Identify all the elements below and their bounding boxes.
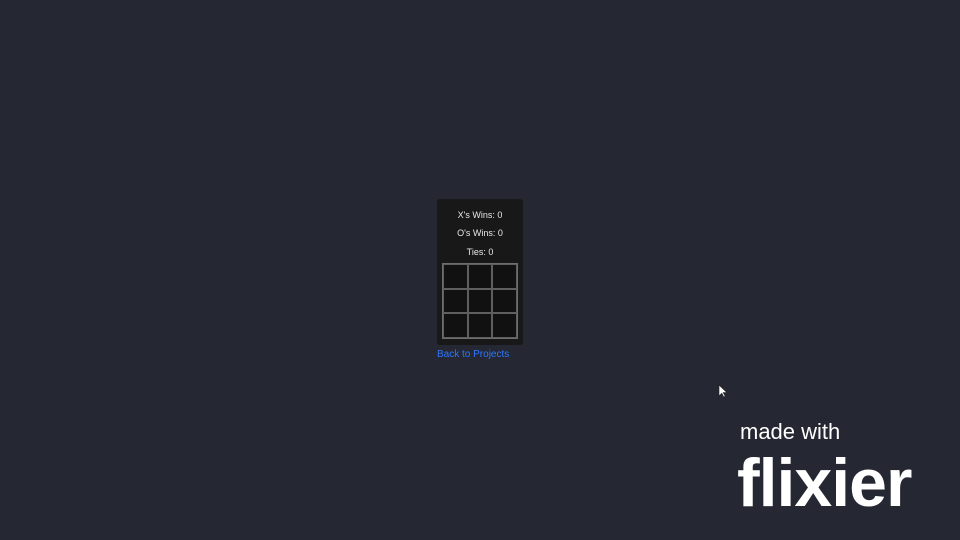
flixier-watermark: made with flixier <box>737 418 940 528</box>
tic-tac-toe-card: X's Wins: 0 O's Wins: 0 Ties: 0 <box>437 199 523 345</box>
watermark-brand: flixier <box>737 445 912 521</box>
board-cell-2[interactable] <box>467 264 493 289</box>
ties-counter: Ties: 0 <box>466 247 494 257</box>
o-wins-counter: O's Wins: 0 <box>457 228 503 238</box>
board-cell-3[interactable] <box>492 264 517 289</box>
board-cell-6[interactable] <box>492 288 517 314</box>
back-to-projects-link[interactable]: Back to Projects <box>437 349 509 361</box>
board-cell-1[interactable] <box>443 264 468 289</box>
board-cell-7[interactable] <box>443 313 468 338</box>
board-cell-5[interactable] <box>467 288 493 314</box>
board-cell-8[interactable] <box>467 313 493 338</box>
watermark-made-with: made with <box>740 419 841 444</box>
mouse-cursor-icon <box>718 384 728 398</box>
x-wins-counter: X's Wins: 0 <box>457 210 503 220</box>
game-board <box>442 263 518 339</box>
board-cell-4[interactable] <box>443 288 468 314</box>
board-cell-9[interactable] <box>492 313 517 338</box>
screen: X's Wins: 0 O's Wins: 0 Ties: 0 Back to … <box>0 0 960 540</box>
